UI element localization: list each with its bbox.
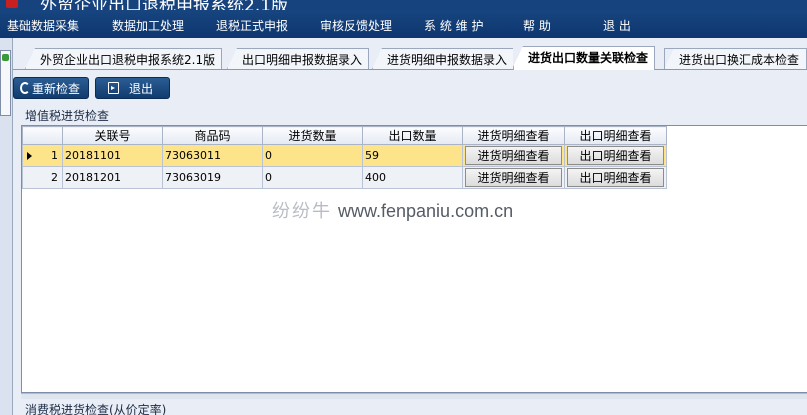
tab-strip: 外贸企业出口退税申报系统2.1版 出口明细申报数据录入 进货明细申报数据录入 进… bbox=[13, 40, 807, 70]
row-number: 2 bbox=[51, 171, 58, 184]
tab-label: 进货出口数量关联检查 bbox=[528, 51, 649, 65]
data-table: 关联号 商品码 进货数量 出口数量 进货明细查看 出口明细查看 1 201811… bbox=[22, 126, 667, 189]
left-side-strip bbox=[0, 38, 13, 415]
cell-purchase-detail: 进货明细查看 bbox=[462, 144, 565, 167]
section-title-vat-check: 增值税进货检查 bbox=[25, 109, 110, 123]
view-purchase-detail-button[interactable]: 进货明细查看 bbox=[465, 146, 562, 165]
menu-item-data-collection[interactable]: 基础数据采集 bbox=[7, 17, 79, 34]
column-header-export-qty[interactable]: 出口数量 bbox=[362, 126, 463, 145]
recheck-button-label: 重新检查 bbox=[31, 81, 80, 96]
cell-purchase-qty[interactable]: 0 bbox=[262, 144, 363, 167]
watermark: 纷纷牛 www.fenpaniu.com.cn bbox=[272, 197, 513, 223]
exit-button[interactable]: 退出 bbox=[95, 77, 170, 99]
toolbar: 重新检查 退出 bbox=[13, 70, 807, 106]
watermark-url: www.fenpaniu.com.cn bbox=[338, 201, 514, 221]
column-header-export-detail[interactable]: 出口明细查看 bbox=[564, 126, 667, 145]
cell-export-qty[interactable]: 400 bbox=[362, 166, 463, 189]
horizontal-scrollbar[interactable] bbox=[21, 393, 807, 399]
cell-purchase-qty[interactable]: 0 bbox=[262, 166, 363, 189]
vat-check-grid: 关联号 商品码 进货数量 出口数量 进货明细查看 出口明细查看 1 201811… bbox=[21, 125, 807, 393]
exit-door-icon bbox=[108, 82, 119, 94]
tab-exchange-cost-check[interactable]: 进货出口换汇成本检查 bbox=[664, 48, 807, 69]
cell-product-code[interactable]: 73063011 bbox=[162, 144, 263, 167]
cell-product-code[interactable]: 73063019 bbox=[162, 166, 263, 189]
cell-export-detail: 出口明细查看 bbox=[564, 144, 667, 167]
view-purchase-detail-button[interactable]: 进货明细查看 bbox=[465, 168, 562, 187]
cell-link-no[interactable]: 20181101 bbox=[62, 144, 163, 167]
exit-button-label: 退出 bbox=[129, 81, 154, 96]
table-row[interactable]: 1 20181101 73063011 0 59 进货明细查看 出口明细查看 bbox=[22, 144, 667, 167]
recheck-button[interactable]: 重新检查 bbox=[13, 77, 89, 99]
row-indicator[interactable]: 1 bbox=[22, 144, 63, 167]
view-export-detail-button[interactable]: 出口明细查看 bbox=[567, 168, 664, 187]
cell-export-qty[interactable]: 59 bbox=[362, 144, 463, 167]
table-row[interactable]: 2 20181201 73063019 0 400 进货明细查看 出口明细查看 bbox=[22, 166, 667, 189]
menu-item-exit[interactable]: 退 出 bbox=[603, 17, 631, 34]
watermark-brand: 纷纷牛 bbox=[272, 201, 332, 221]
row-indicator[interactable]: 2 bbox=[22, 166, 63, 189]
table-header-row: 关联号 商品码 进货数量 出口数量 进货明细查看 出口明细查看 bbox=[22, 126, 667, 145]
tab-quantity-check[interactable]: 进货出口数量关联检查 bbox=[513, 46, 656, 70]
menu-item-review-feedback[interactable]: 审核反馈处理 bbox=[320, 17, 392, 34]
cell-link-no[interactable]: 20181201 bbox=[62, 166, 163, 189]
tab-purchase-detail-entry[interactable]: 进货明细申报数据录入 bbox=[372, 48, 515, 69]
column-header-link-no[interactable]: 关联号 bbox=[62, 126, 163, 145]
side-panel-button[interactable] bbox=[0, 50, 11, 116]
tab-label: 进货明细申报数据录入 bbox=[387, 53, 508, 67]
window-title: 外贸企业出口退税申报系统2.1版 bbox=[40, 0, 289, 10]
column-header-purchase-detail[interactable]: 进货明细查看 bbox=[462, 126, 565, 145]
menu-item-help[interactable]: 帮 助 bbox=[523, 17, 551, 34]
menu-item-formal-declaration[interactable]: 退税正式申报 bbox=[216, 17, 288, 34]
row-number: 1 bbox=[51, 149, 58, 162]
app-icon bbox=[6, 0, 18, 8]
cell-purchase-detail: 进货明细查看 bbox=[462, 166, 565, 189]
tab-home[interactable]: 外贸企业出口退税申报系统2.1版 bbox=[25, 48, 223, 69]
cell-export-detail: 出口明细查看 bbox=[564, 166, 667, 189]
tab-label: 出口明细申报数据录入 bbox=[242, 53, 363, 67]
tab-label: 进货出口换汇成本检查 bbox=[679, 53, 800, 67]
view-export-detail-button[interactable]: 出口明细查看 bbox=[567, 146, 664, 165]
column-header-purchase-qty[interactable]: 进货数量 bbox=[262, 126, 363, 145]
row-indicator-header bbox=[22, 126, 63, 145]
side-panel-icon bbox=[2, 54, 9, 61]
menu-item-system-maintenance[interactable]: 系 统 维 护 bbox=[424, 17, 483, 34]
tab-export-detail-entry[interactable]: 出口明细申报数据录入 bbox=[227, 48, 370, 69]
menu-bar: 基础数据采集 数据加工处理 退税正式申报 审核反馈处理 系 统 维 护 帮 助 … bbox=[0, 10, 807, 38]
title-bar: 外贸企业出口退税申报系统2.1版 bbox=[0, 0, 807, 10]
column-header-product-code[interactable]: 商品码 bbox=[162, 126, 263, 145]
tab-label: 外贸企业出口退税申报系统2.1版 bbox=[40, 53, 216, 67]
section-title-consumption-tax-check: 消费税进货检查(从价定率) bbox=[25, 403, 167, 415]
row-pointer-icon bbox=[27, 152, 32, 160]
refresh-icon bbox=[20, 82, 30, 94]
menu-item-data-processing[interactable]: 数据加工处理 bbox=[112, 17, 184, 34]
